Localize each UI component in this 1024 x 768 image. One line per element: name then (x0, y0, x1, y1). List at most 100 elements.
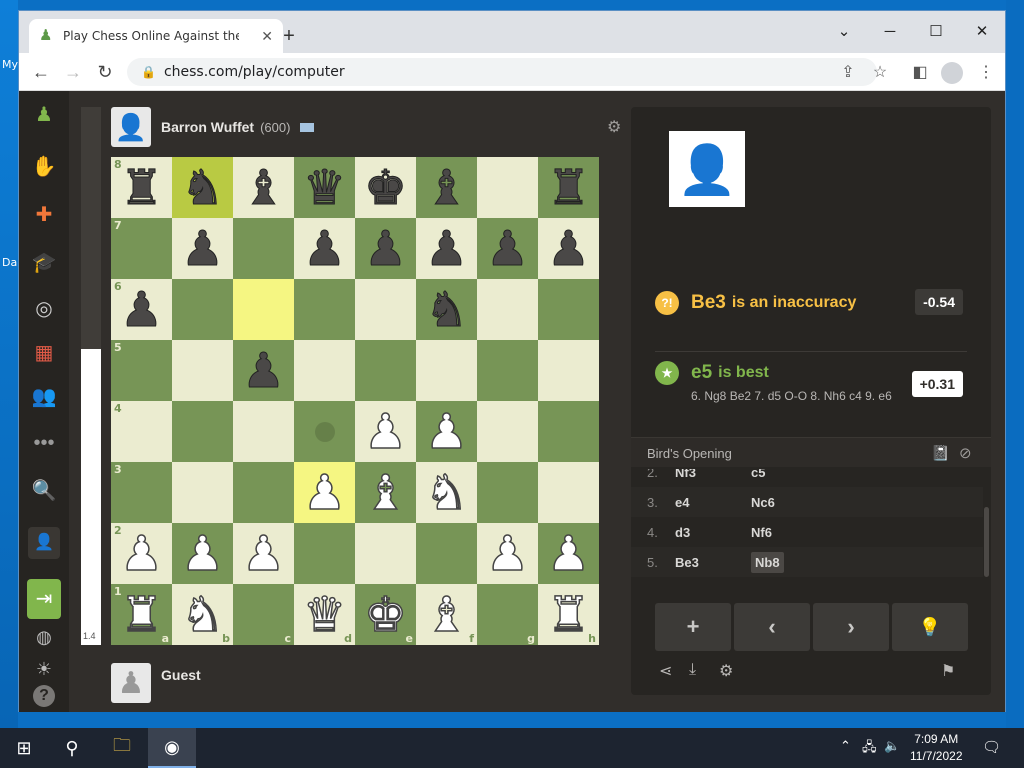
square-e2[interactable] (355, 523, 416, 584)
windows-start-icon[interactable]: ⊞ (0, 728, 48, 768)
white-move[interactable]: e4 (675, 495, 689, 510)
profile-avatar[interactable] (941, 62, 963, 84)
back-button[interactable]: ← (29, 60, 53, 84)
globe-icon[interactable]: ◍ (28, 621, 60, 653)
menu-kebab-icon[interactable]: ⋮ (975, 62, 997, 82)
square-b8[interactable]: ♞ (172, 157, 233, 218)
board-settings-gear-icon[interactable]: ⚙ (607, 117, 621, 137)
square-d2[interactable] (294, 523, 355, 584)
white-knight-piece[interactable]: ♞ (424, 468, 469, 518)
square-g6[interactable] (477, 279, 538, 340)
square-g5[interactable] (477, 340, 538, 401)
square-g7[interactable]: ♟ (477, 218, 538, 279)
square-h2[interactable]: ♟ (538, 523, 599, 584)
square-c8[interactable]: ♝ (233, 157, 294, 218)
white-pawn-piece[interactable]: ♟ (485, 529, 530, 579)
browser-tab[interactable]: ♟ Play Chess Online Against the Co ✕ (29, 19, 283, 53)
address-bar[interactable]: 🔒 chess.com/play/computer (127, 58, 877, 86)
white-pawn-piece[interactable]: ♟ (241, 529, 286, 579)
black-pawn-piece[interactable]: ♟ (424, 224, 468, 273)
square-g3[interactable] (477, 462, 538, 523)
best-line[interactable]: 6. Ng8 Be2 7. d5 O-O 8. Nh6 c4 9. e6 (691, 389, 892, 403)
black-rook-piece[interactable]: ♜ (119, 163, 163, 212)
share-icon[interactable]: ⇪ (837, 62, 859, 82)
square-e8[interactable]: ♚ (355, 157, 416, 218)
square-c4[interactable] (233, 401, 294, 462)
white-queen-piece[interactable]: ♛ (302, 590, 347, 640)
compass-icon[interactable]: ⊘ (959, 444, 972, 462)
move-list-scrollbar[interactable] (984, 507, 989, 577)
add-move-button[interactable]: + (655, 603, 731, 651)
search-icon[interactable]: 🔍 (28, 475, 60, 507)
square-e3[interactable]: ♝ (355, 462, 416, 523)
square-c6[interactable] (233, 279, 294, 340)
file-explorer-icon[interactable]: 🗀 (98, 728, 146, 768)
bookmark-star-icon[interactable]: ☆ (869, 62, 891, 82)
square-c3[interactable] (233, 462, 294, 523)
square-e5[interactable] (355, 340, 416, 401)
share-icon[interactable]: ⋖ (659, 661, 672, 681)
square-d4[interactable] (294, 401, 355, 462)
square-a1[interactable]: 1 a ♜ (111, 584, 172, 645)
square-h3[interactable] (538, 462, 599, 523)
close-window-button[interactable]: ✕ (959, 17, 1005, 47)
square-d1[interactable]: d ♛ (294, 584, 355, 645)
lock-icon[interactable]: 🔒 (141, 65, 156, 79)
black-pawn-piece[interactable]: ♟ (302, 224, 346, 273)
puzzles-icon[interactable]: ✚ (28, 199, 60, 231)
hint-lightbulb-button[interactable]: 💡 (892, 603, 968, 651)
white-pawn-piece[interactable]: ♟ (546, 529, 591, 579)
more-icon[interactable]: ••• (28, 427, 60, 459)
black-knight-piece[interactable]: ♞ (424, 285, 468, 334)
download-icon[interactable]: ⤓ (689, 661, 696, 679)
black-pawn-piece[interactable]: ♟ (241, 346, 285, 395)
black-pawn-piece[interactable]: ♟ (363, 224, 407, 273)
black-queen-piece[interactable]: ♛ (302, 163, 346, 212)
settings-gear-icon[interactable]: ⚙ (719, 661, 733, 681)
opening-name[interactable]: Bird's Opening (647, 446, 732, 461)
square-h5[interactable] (538, 340, 599, 401)
square-d5[interactable] (294, 340, 355, 401)
network-icon[interactable]: 🖧 (862, 738, 877, 760)
volume-icon[interactable]: 🔈 (884, 738, 900, 754)
square-g8[interactable] (477, 157, 538, 218)
white-bishop-piece[interactable]: ♝ (424, 590, 469, 640)
opponent-avatar[interactable]: 👤 (111, 107, 151, 147)
add-friend-icon[interactable]: 👤 (28, 527, 60, 559)
social-icon[interactable]: 👥 (28, 381, 60, 413)
black-pawn-piece[interactable]: ♟ (546, 224, 590, 273)
sign-in-icon[interactable]: ⇥ (27, 579, 61, 619)
tray-chevron-icon[interactable]: ⌃ (840, 738, 851, 754)
guest-avatar[interactable]: ♟ (111, 663, 151, 703)
book-icon[interactable]: 📓 (931, 444, 950, 462)
minimize-button[interactable]: ─ (867, 17, 913, 47)
desktop-icon-label[interactable]: My (2, 58, 18, 71)
square-d3[interactable]: ♟ (294, 462, 355, 523)
square-c5[interactable]: ♟ (233, 340, 294, 401)
watch-binoculars-icon[interactable]: ◎ (28, 293, 60, 325)
black-rook-piece[interactable]: ♜ (546, 163, 590, 212)
square-d8[interactable]: ♛ (294, 157, 355, 218)
black-pawn-piece[interactable]: ♟ (180, 224, 224, 273)
square-a8[interactable]: 8 ♜ (111, 157, 172, 218)
square-a2[interactable]: 2 ♟ (111, 523, 172, 584)
opponent-name[interactable]: Barron Wuffet (161, 119, 254, 135)
square-c1[interactable]: c (233, 584, 294, 645)
white-rook-piece[interactable]: ♜ (119, 590, 164, 640)
side-panel-icon[interactable]: ◧ (909, 62, 931, 82)
white-pawn-piece[interactable]: ♟ (302, 468, 347, 518)
square-f6[interactable]: ♞ (416, 279, 477, 340)
maximize-button[interactable]: ☐ (913, 17, 959, 47)
square-f2[interactable] (416, 523, 477, 584)
white-bishop-piece[interactable]: ♝ (363, 468, 408, 518)
square-f8[interactable]: ♝ (416, 157, 477, 218)
white-pawn-piece[interactable]: ♟ (180, 529, 225, 579)
white-knight-piece[interactable]: ♞ (180, 590, 225, 640)
notification-icon[interactable]: 🗨 (982, 738, 1001, 756)
previous-move-button[interactable]: ‹ (734, 603, 810, 651)
legal-move-dot[interactable] (314, 421, 335, 442)
square-a4[interactable]: 4 (111, 401, 172, 462)
desktop-icon-label[interactable]: Da (2, 256, 17, 269)
square-b7[interactable]: ♟ (172, 218, 233, 279)
next-move-button[interactable]: › (813, 603, 889, 651)
